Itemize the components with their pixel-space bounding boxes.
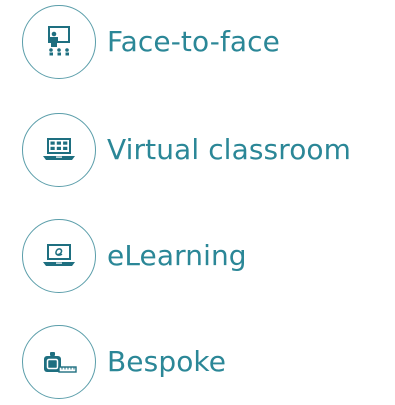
training-option-elearning[interactable]: eLearning	[22, 218, 247, 294]
icon-badge	[22, 325, 96, 399]
training-option-face-to-face[interactable]: Face-to-face	[22, 4, 280, 80]
training-option-label: Face-to-face	[107, 25, 280, 58]
training-option-label: Bespoke	[107, 345, 227, 378]
icon-badge	[22, 219, 96, 293]
icon-badge	[22, 5, 96, 79]
classroom-presentation-icon	[48, 26, 70, 56]
laptop-elearning-icon	[43, 244, 75, 266]
training-option-label: Virtual classroom	[107, 133, 352, 166]
laptop-virtual-class-icon	[43, 138, 75, 160]
training-option-bespoke[interactable]: Bespoke	[22, 324, 226, 400]
measuring-tape-icon	[44, 352, 77, 373]
training-option-virtual-classroom[interactable]: Virtual classroom	[22, 112, 351, 188]
icon-badge	[22, 113, 96, 187]
training-option-label: eLearning	[107, 239, 247, 272]
